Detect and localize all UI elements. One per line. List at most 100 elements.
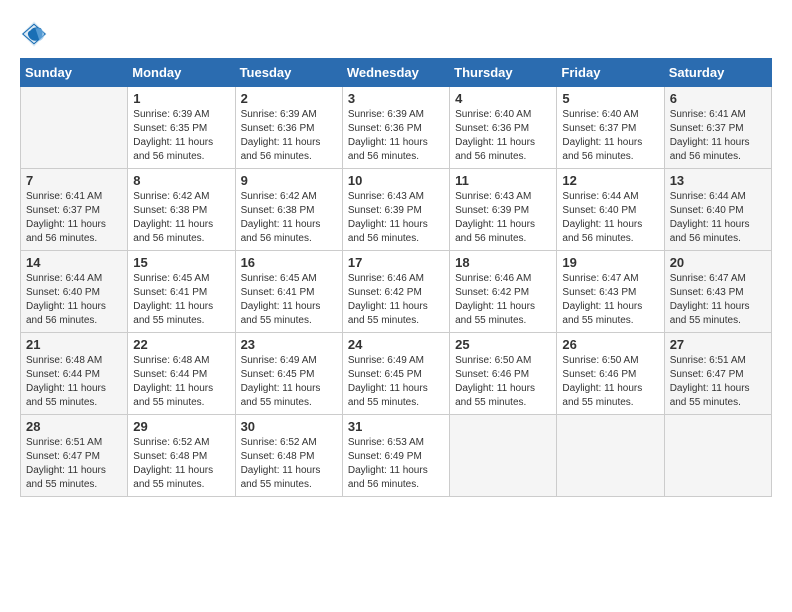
calendar-cell: 5 Sunrise: 6:40 AMSunset: 6:37 PMDaylight… [557, 87, 664, 169]
calendar-cell: 8Sunrise: 6:42 AMSunset: 6:38 PMDaylight… [128, 169, 235, 251]
day-info: Sunrise: 6:53 AMSunset: 6:49 PMDaylight:… [348, 436, 444, 492]
calendar-cell: 13 Sunrise: 6:44 AMSunset: 6:40 PMDayligh… [664, 169, 771, 251]
day-number: 6 [670, 91, 766, 106]
col-header-tuesday: Tuesday [235, 59, 342, 87]
col-header-monday: Monday [128, 59, 235, 87]
calendar-cell: 23 Sunrise: 6:49 AMSunset: 6:45 PMDayligh… [235, 333, 342, 415]
day-info: Sunrise: 6:45 AMSunset: 6:41 PMDaylight:… [241, 272, 337, 328]
day-info: Sunrise: 6:39 AMSunset: 6:36 PMDaylight:… [348, 108, 444, 164]
calendar-header-row: SundayMondayTuesdayWednesdayThursdayFrid… [21, 59, 772, 87]
calendar-cell: 19 Sunrise: 6:47 AMSunset: 6:43 PMDayligh… [557, 251, 664, 333]
calendar-cell: 12 Sunrise: 6:44 AMSunset: 6:40 PMDayligh… [557, 169, 664, 251]
calendar-cell: 30 Sunrise: 6:52 AMSunset: 6:48 PMDayligh… [235, 415, 342, 497]
calendar-cell: 7 Sunrise: 6:41 AMSunset: 6:37 PMDaylight… [21, 169, 128, 251]
day-number: 1 [133, 91, 229, 106]
logo-icon [20, 20, 48, 48]
day-info: Sunrise: 6:49 AMSunset: 6:45 PMDaylight:… [241, 354, 337, 410]
day-info: Sunrise: 6:39 AMSunset: 6:36 PMDaylight:… [241, 108, 337, 164]
page-header [20, 20, 772, 48]
day-info: Sunrise: 6:49 AMSunset: 6:45 PMDaylight:… [348, 354, 444, 410]
calendar-cell: 29 Sunrise: 6:52 AMSunset: 6:48 PMDayligh… [128, 415, 235, 497]
day-info: Sunrise: 6:42 AMSunset: 6:38 PMDaylight:… [241, 190, 337, 246]
calendar-cell: 4 Sunrise: 6:40 AMSunset: 6:36 PMDaylight… [450, 87, 557, 169]
day-number: 17 [348, 255, 444, 270]
calendar-cell: 21 Sunrise: 6:48 AMSunset: 6:44 PMDayligh… [21, 333, 128, 415]
day-number: 31 [348, 419, 444, 434]
day-info: Sunrise: 6:50 AMSunset: 6:46 PMDaylight:… [455, 354, 551, 410]
day-number: 23 [241, 337, 337, 352]
calendar-cell: 22 Sunrise: 6:48 AMSunset: 6:44 PMDayligh… [128, 333, 235, 415]
day-number: 14 [26, 255, 122, 270]
day-number: 21 [26, 337, 122, 352]
calendar-cell: 9Sunrise: 6:42 AMSunset: 6:38 PMDaylight… [235, 169, 342, 251]
calendar-cell: 11Sunrise: 6:43 AMSunset: 6:39 PMDayligh… [450, 169, 557, 251]
col-header-sunday: Sunday [21, 59, 128, 87]
calendar-cell: 28 Sunrise: 6:51 AMSunset: 6:47 PMDayligh… [21, 415, 128, 497]
day-number: 18 [455, 255, 551, 270]
day-info: Sunrise: 6:41 AMSunset: 6:37 PMDaylight:… [26, 190, 122, 246]
day-info: Sunrise: 6:51 AMSunset: 6:47 PMDaylight:… [26, 436, 122, 492]
day-number: 12 [562, 173, 658, 188]
calendar-cell: 1Sunrise: 6:39 AMSunset: 6:35 PMDaylight… [128, 87, 235, 169]
calendar-cell: 2 Sunrise: 6:39 AMSunset: 6:36 PMDaylight… [235, 87, 342, 169]
calendar-table: SundayMondayTuesdayWednesdayThursdayFrid… [20, 58, 772, 497]
day-number: 19 [562, 255, 658, 270]
day-info: Sunrise: 6:52 AMSunset: 6:48 PMDaylight:… [133, 436, 229, 492]
calendar-cell: 18 Sunrise: 6:46 AMSunset: 6:42 PMDayligh… [450, 251, 557, 333]
calendar-week-3: 14 Sunrise: 6:44 AMSunset: 6:40 PMDayligh… [21, 251, 772, 333]
day-number: 27 [670, 337, 766, 352]
calendar-cell: 24 Sunrise: 6:49 AMSunset: 6:45 PMDayligh… [342, 333, 449, 415]
calendar-cell: 17 Sunrise: 6:46 AMSunset: 6:42 PMDayligh… [342, 251, 449, 333]
calendar-week-5: 28 Sunrise: 6:51 AMSunset: 6:47 PMDayligh… [21, 415, 772, 497]
day-info: Sunrise: 6:44 AMSunset: 6:40 PMDaylight:… [26, 272, 122, 328]
day-number: 7 [26, 173, 122, 188]
day-info: Sunrise: 6:42 AMSunset: 6:38 PMDaylight:… [133, 190, 229, 246]
day-info: Sunrise: 6:48 AMSunset: 6:44 PMDaylight:… [133, 354, 229, 410]
day-info: Sunrise: 6:47 AMSunset: 6:43 PMDaylight:… [562, 272, 658, 328]
day-number: 4 [455, 91, 551, 106]
day-info: Sunrise: 6:40 AMSunset: 6:37 PMDaylight:… [562, 108, 658, 164]
calendar-cell: 6 Sunrise: 6:41 AMSunset: 6:37 PMDaylight… [664, 87, 771, 169]
calendar-cell: 25Sunrise: 6:50 AMSunset: 6:46 PMDayligh… [450, 333, 557, 415]
calendar-cell [664, 415, 771, 497]
day-number: 29 [133, 419, 229, 434]
day-info: Sunrise: 6:50 AMSunset: 6:46 PMDaylight:… [562, 354, 658, 410]
day-number: 2 [241, 91, 337, 106]
calendar-week-1: 1Sunrise: 6:39 AMSunset: 6:35 PMDaylight… [21, 87, 772, 169]
day-info: Sunrise: 6:47 AMSunset: 6:43 PMDaylight:… [670, 272, 766, 328]
calendar-cell [557, 415, 664, 497]
col-header-wednesday: Wednesday [342, 59, 449, 87]
day-info: Sunrise: 6:46 AMSunset: 6:42 PMDaylight:… [348, 272, 444, 328]
day-number: 22 [133, 337, 229, 352]
day-info: Sunrise: 6:51 AMSunset: 6:47 PMDaylight:… [670, 354, 766, 410]
calendar-cell: 20Sunrise: 6:47 AMSunset: 6:43 PMDayligh… [664, 251, 771, 333]
calendar-cell: 10 Sunrise: 6:43 AMSunset: 6:39 PMDayligh… [342, 169, 449, 251]
day-info: Sunrise: 6:52 AMSunset: 6:48 PMDaylight:… [241, 436, 337, 492]
day-info: Sunrise: 6:44 AMSunset: 6:40 PMDaylight:… [670, 190, 766, 246]
calendar-cell: 3 Sunrise: 6:39 AMSunset: 6:36 PMDaylight… [342, 87, 449, 169]
logo [20, 20, 54, 48]
day-info: Sunrise: 6:48 AMSunset: 6:44 PMDaylight:… [26, 354, 122, 410]
day-info: Sunrise: 6:46 AMSunset: 6:42 PMDaylight:… [455, 272, 551, 328]
day-info: Sunrise: 6:44 AMSunset: 6:40 PMDaylight:… [562, 190, 658, 246]
day-number: 26 [562, 337, 658, 352]
day-number: 28 [26, 419, 122, 434]
calendar-cell [21, 87, 128, 169]
day-number: 11 [455, 173, 551, 188]
calendar-cell: 16Sunrise: 6:45 AMSunset: 6:41 PMDayligh… [235, 251, 342, 333]
col-header-thursday: Thursday [450, 59, 557, 87]
day-info: Sunrise: 6:43 AMSunset: 6:39 PMDaylight:… [348, 190, 444, 246]
calendar-week-2: 7 Sunrise: 6:41 AMSunset: 6:37 PMDaylight… [21, 169, 772, 251]
day-info: Sunrise: 6:41 AMSunset: 6:37 PMDaylight:… [670, 108, 766, 164]
day-number: 13 [670, 173, 766, 188]
day-number: 5 [562, 91, 658, 106]
calendar-week-4: 21 Sunrise: 6:48 AMSunset: 6:44 PMDayligh… [21, 333, 772, 415]
day-info: Sunrise: 6:40 AMSunset: 6:36 PMDaylight:… [455, 108, 551, 164]
day-number: 3 [348, 91, 444, 106]
day-number: 10 [348, 173, 444, 188]
day-number: 24 [348, 337, 444, 352]
day-number: 30 [241, 419, 337, 434]
calendar-cell: 14 Sunrise: 6:44 AMSunset: 6:40 PMDayligh… [21, 251, 128, 333]
col-header-friday: Friday [557, 59, 664, 87]
calendar-cell: 27 Sunrise: 6:51 AMSunset: 6:47 PMDayligh… [664, 333, 771, 415]
